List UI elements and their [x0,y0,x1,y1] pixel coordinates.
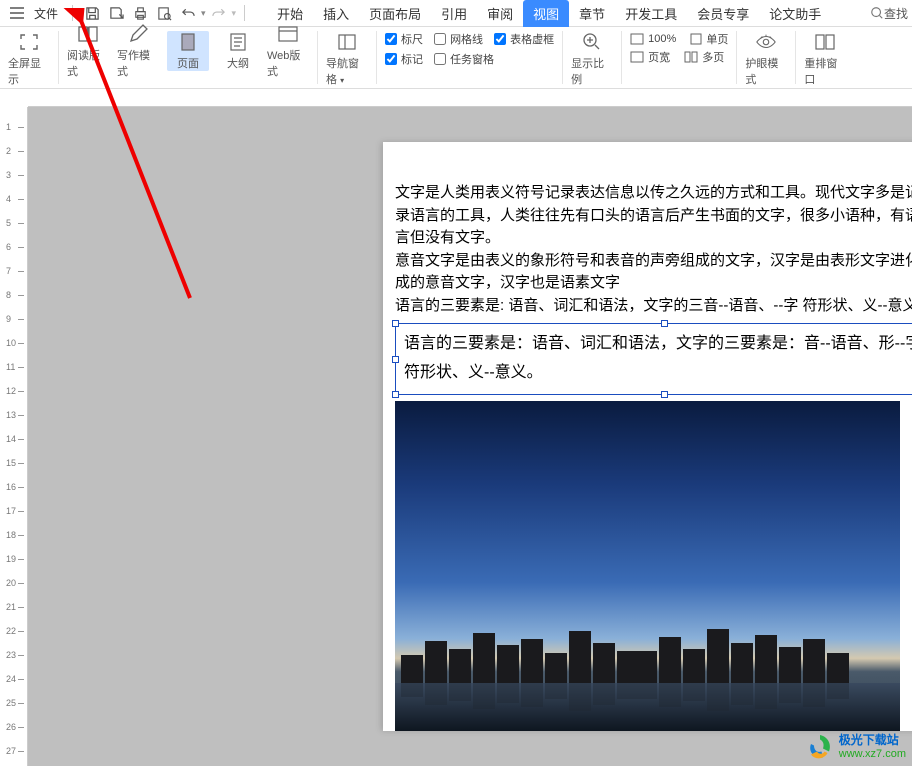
navpane-icon [336,31,358,53]
tab-chapter[interactable]: 章节 [569,0,615,27]
outline-icon [227,31,249,53]
watermark: 极光下载站 www.xz7.com [805,732,906,762]
tab-review[interactable]: 审阅 [477,0,523,27]
outline-view-button[interactable]: 大纲 [217,31,259,71]
reading-mode-button[interactable]: 阅读版式 [67,23,109,79]
fullscreen-icon [18,31,40,53]
taskpane-checkbox[interactable] [434,53,446,65]
markup-checkbox[interactable] [385,53,397,65]
tab-references[interactable]: 引用 [431,0,477,27]
tab-pagelayout[interactable]: 页面布局 [359,0,431,27]
tab-devtools[interactable]: 开发工具 [615,0,687,27]
save-as-icon[interactable] [106,3,126,23]
rearrange-button[interactable]: 重排窗口 [804,31,846,87]
watermark-title: 极光下载站 [839,734,906,747]
ribbon-tabs: 开始 插入 页面布局 引用 审阅 视图 章节 开发工具 会员专享 论文助手 [267,0,868,27]
zoom-100-button[interactable]: 100% 单页 [630,31,728,47]
eye-icon [755,31,777,53]
page-icon [177,31,199,53]
undo-icon[interactable] [178,3,198,23]
fullscreen-button[interactable]: 全屏显示 [8,31,50,87]
tablevirt-checkbox[interactable] [494,33,506,45]
file-menu[interactable]: 文件 [34,5,58,22]
gridlines-checkbox[interactable] [434,33,446,45]
horizontal-ruler [28,89,912,107]
writing-mode-button[interactable]: 写作模式 [117,23,159,79]
page-width-button[interactable]: 页宽 多页 [630,49,728,65]
tab-insert[interactable]: 插入 [313,0,359,27]
print-preview-icon[interactable] [154,3,174,23]
web-icon [277,23,299,45]
paragraph-2: 意音文字是由表义的象形符号和表音的声旁组成的文字，汉字是由表形文字进化成的意音文… [395,250,912,295]
pencil-icon [127,23,149,45]
tab-view[interactable]: 视图 [523,0,569,27]
selected-textbox[interactable]: 语言的三要素是：语音、词汇和语法，文字的三要素是：音--语音、形--字符形状、义… [395,323,912,395]
redo-icon[interactable] [209,3,229,23]
search-area[interactable]: 查找 [870,5,912,22]
search-label: 查找 [884,5,908,22]
paragraph-1: 文字是人类用表义符号记录表达信息以传之久远的方式和工具。现代文字多是记录语言的工… [395,182,912,250]
watermark-url: www.xz7.com [839,748,906,760]
document-page: 文字是人类用表义符号记录表达信息以传之久远的方式和工具。现代文字多是记录语言的工… [383,142,912,731]
windows-icon [814,31,836,53]
web-view-button[interactable]: Web版式 [267,23,309,79]
book-icon [77,23,99,45]
ribbon: 全屏显示 阅读版式 写作模式 页面 大纲 Web版式 [0,27,912,89]
redo-dropdown-icon[interactable]: ▾ [232,8,237,19]
save-icon[interactable] [82,3,102,23]
document-canvas[interactable]: 文字是人类用表义符号记录表达信息以传之久远的方式和工具。现代文字多是记录语言的工… [28,107,912,766]
zoom-icon [581,31,603,53]
vertical-ruler: 1234567891011121314151617181920212223242… [0,107,28,766]
print-icon[interactable] [130,3,150,23]
undo-dropdown-icon[interactable]: ▾ [201,8,206,19]
hamburger-icon[interactable] [8,4,26,22]
paragraph-3: 语言的三要素是: 语音、词汇和语法，文字的三音--语音、--字 符形状、义--意… [395,295,912,318]
tab-member[interactable]: 会员专享 [687,0,759,27]
watermark-logo-icon [805,732,835,762]
show-scale-button[interactable]: 显示比例 [571,31,613,87]
nav-pane-button[interactable]: 导航窗格 ▾ [326,31,368,87]
ruler-checkbox[interactable] [385,33,397,45]
page-view-button[interactable]: 页面 [167,31,209,71]
tab-thesis[interactable]: 论文助手 [759,0,831,27]
embedded-image[interactable] [395,401,900,731]
eyecare-button[interactable]: 护眼模式 [745,31,787,87]
